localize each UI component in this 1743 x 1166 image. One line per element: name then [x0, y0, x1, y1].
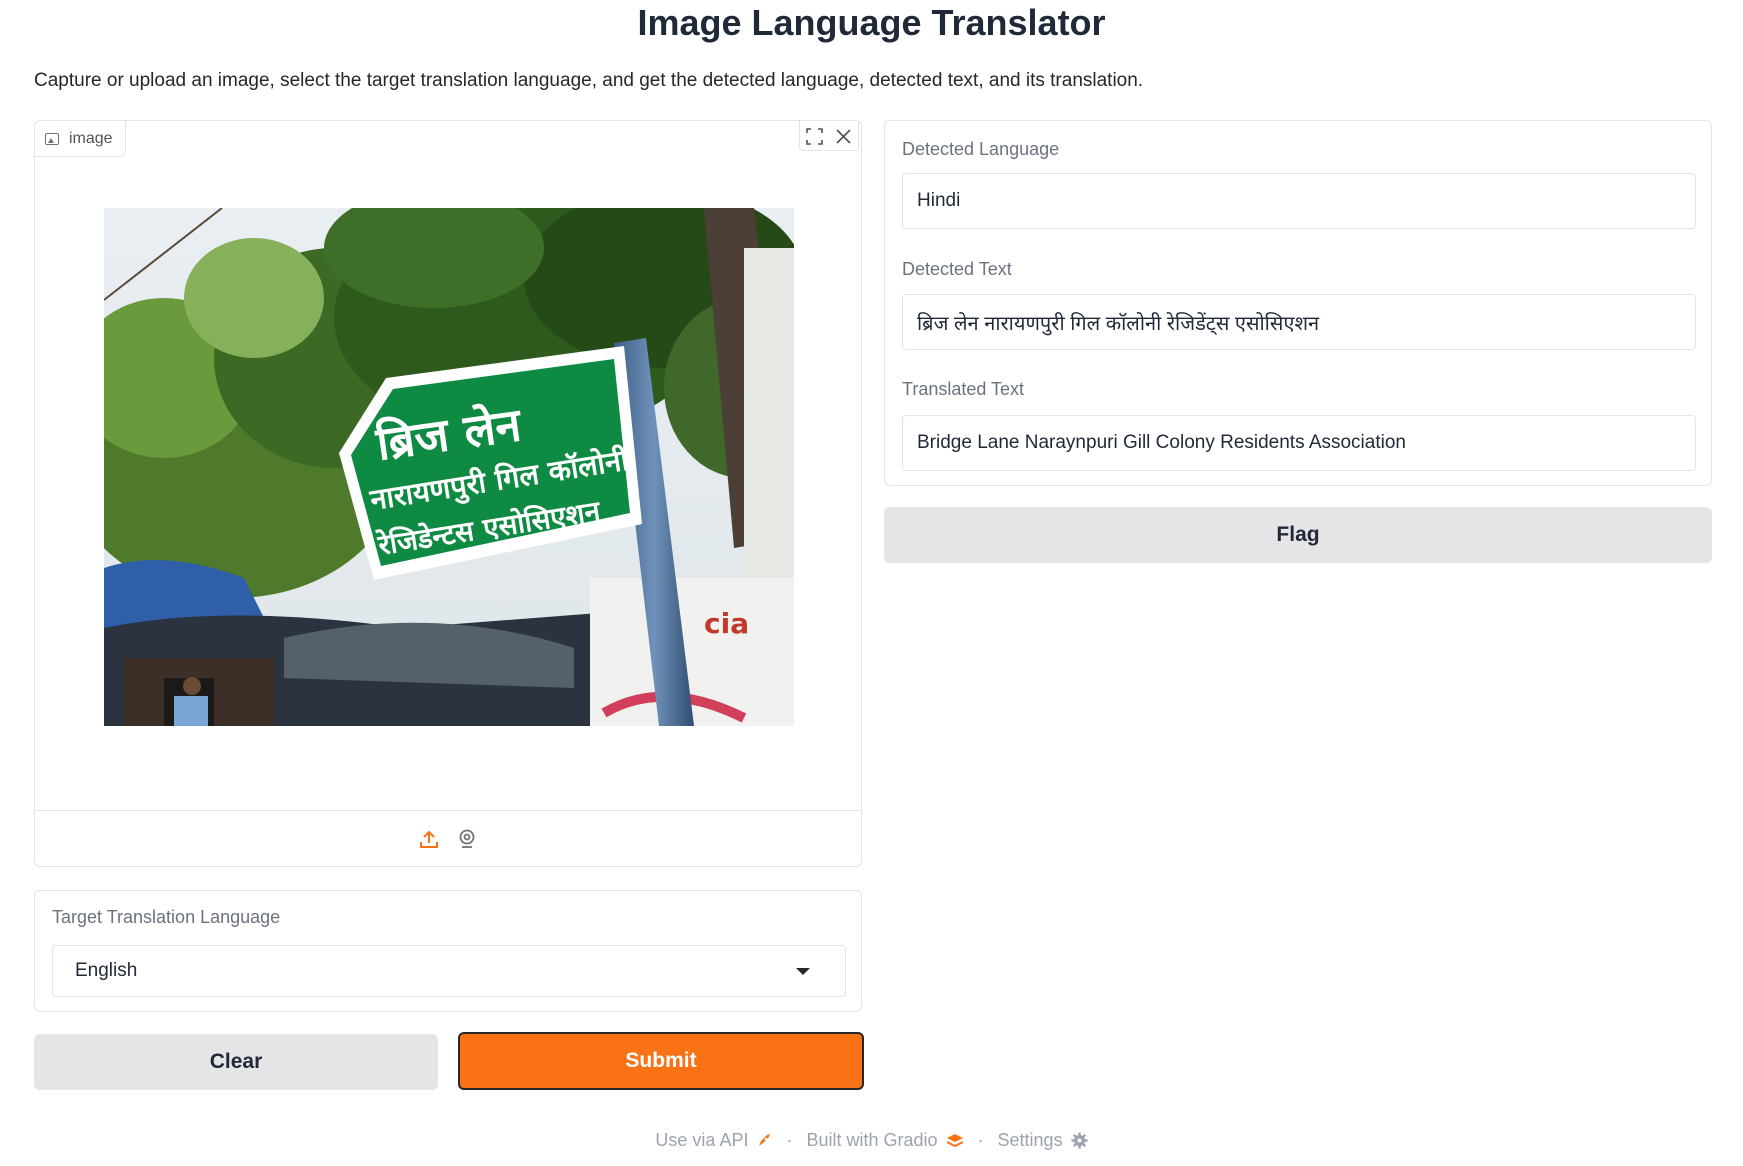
- page-footer: Use via API · Built with Gradio · Settin…: [0, 1130, 1743, 1151]
- image-source-bar: [35, 810, 861, 866]
- use-api-link[interactable]: Use via API: [655, 1130, 772, 1151]
- use-api-text: Use via API: [655, 1130, 749, 1150]
- upload-icon[interactable]: [418, 828, 440, 850]
- image-toolbar: [799, 121, 859, 151]
- flag-button[interactable]: Flag: [884, 507, 1712, 563]
- page-title: Image Language Translator: [637, 2, 1106, 43]
- image-icon: [45, 132, 59, 145]
- footer-separator: ·: [786, 1130, 793, 1150]
- detected-text-label: Detected Text: [902, 259, 1012, 279]
- settings-link[interactable]: Settings: [998, 1130, 1088, 1151]
- built-with-gradio-link[interactable]: Built with Gradio: [806, 1130, 963, 1151]
- banner-fragment: cia: [704, 607, 749, 640]
- detected-text-field[interactable]: ब्रिज लेन नारायणपुरी गिल कॉलोनी रेजिडेंट…: [902, 294, 1696, 350]
- image-label-text: image: [69, 129, 113, 147]
- clear-button[interactable]: Clear: [34, 1034, 438, 1090]
- rocket-icon: [759, 1133, 771, 1146]
- fullscreen-icon[interactable]: [800, 121, 829, 151]
- translated-text-label: Translated Text: [902, 379, 1025, 399]
- settings-text: Settings: [997, 1130, 1063, 1150]
- built-with-text: Built with Gradio: [806, 1130, 938, 1150]
- target-language-dropdown[interactable]: English: [52, 945, 846, 997]
- translated-text-field[interactable]: Bridge Lane Naraynpuri Gill Colony Resid…: [902, 415, 1696, 471]
- webcam-icon[interactable]: [456, 828, 478, 850]
- uploaded-image: cia ब्रिज लेन नारायणपुरी गिल कॉलोनी रेजि…: [104, 208, 794, 726]
- target-language-value: English: [75, 960, 138, 981]
- page-description: Capture or upload an image, select the t…: [34, 70, 1144, 91]
- image-input-panel[interactable]: image cia ब्रिज लेन नारायणपुरी गिल कॉलोन…: [34, 120, 862, 867]
- target-language-label: Target Translation Language: [52, 907, 281, 927]
- target-language-panel: Target Translation Language English: [34, 890, 862, 1012]
- image-label: image: [35, 121, 126, 157]
- gear-icon: [1071, 1132, 1088, 1149]
- detected-language-label: Detected Language: [902, 139, 1060, 159]
- output-panel: Detected Language Hindi Detected Text ब्…: [884, 120, 1712, 486]
- submit-button[interactable]: Submit: [458, 1032, 864, 1090]
- detected-language-field[interactable]: Hindi: [902, 173, 1696, 229]
- footer-separator: ·: [977, 1130, 984, 1150]
- close-icon[interactable]: [829, 121, 858, 151]
- gradio-logo-icon: [946, 1133, 963, 1147]
- chevron-down-icon[interactable]: [796, 968, 810, 975]
